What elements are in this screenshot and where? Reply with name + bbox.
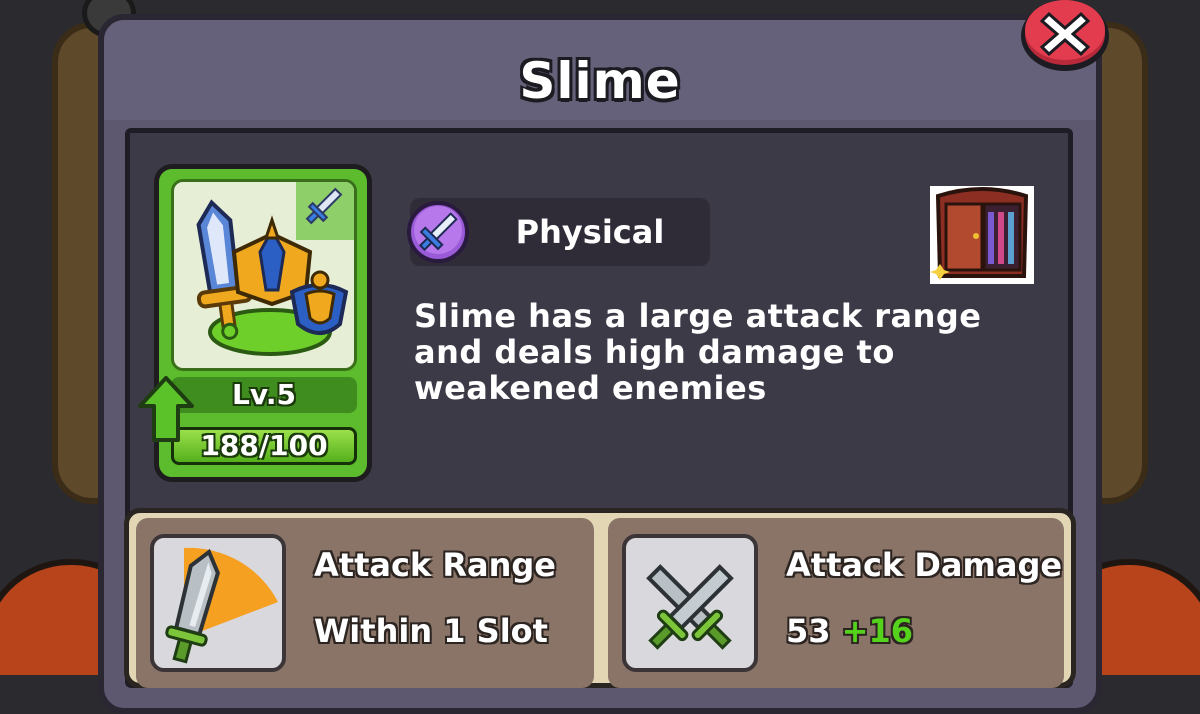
attack-damage-base: 53	[786, 612, 831, 650]
upgrade-arrow-icon[interactable]	[138, 376, 194, 442]
unit-portrait	[171, 179, 357, 371]
sword-range-icon	[150, 534, 286, 672]
attack-range-value: Within 1 Slot	[314, 612, 548, 650]
wardrobe-icon[interactable]	[920, 172, 1044, 292]
damage-type-label: Physical	[515, 213, 665, 251]
attack-damage-title: Attack Damage	[786, 546, 1063, 584]
sword-icon	[406, 200, 470, 264]
unit-description: Slime has a large attack range and deals…	[414, 297, 982, 407]
close-button[interactable]	[1018, 0, 1112, 72]
slime-knight-icon	[196, 187, 349, 356]
close-icon	[1021, 0, 1109, 71]
progress-text: 188/100	[200, 429, 328, 462]
attack-range-title: Attack Range	[314, 546, 556, 584]
level-progress-bar: 188/100	[171, 427, 357, 465]
attack-damage-bonus: +16	[841, 612, 914, 650]
crossed-swords-icon	[622, 534, 758, 672]
attack-damage-value: 53 +16	[786, 612, 913, 650]
dialog-title: Slime	[519, 52, 681, 110]
level-label: Lv.5	[171, 377, 357, 413]
